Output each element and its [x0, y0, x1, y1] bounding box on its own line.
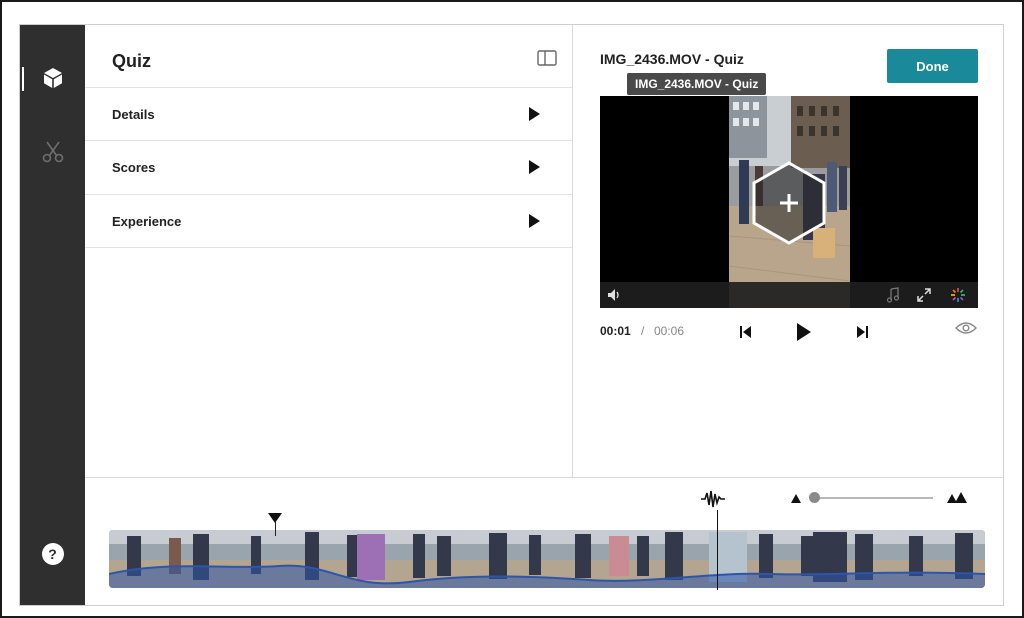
media-title: IMG_2436.MOV - Quiz — [600, 51, 744, 67]
eye-icon[interactable] — [955, 321, 977, 335]
accordion-scores[interactable]: Scores — [85, 140, 572, 194]
layout-toggle-icon[interactable] — [537, 49, 557, 67]
expand-arrow-icon — [529, 214, 540, 228]
fullscreen-icon[interactable] — [916, 287, 932, 303]
editor-app: ? Quiz Details Scores Experience IMG_243… — [19, 24, 1004, 606]
sidebar-item-edit[interactable] — [20, 127, 85, 177]
expand-arrow-icon — [529, 160, 540, 174]
previous-frame-icon[interactable] — [739, 325, 753, 339]
timeline-cursor-line — [717, 510, 718, 590]
sidebar-item-interactions[interactable] — [20, 53, 85, 103]
time-separator: / — [641, 324, 645, 338]
volume-icon[interactable] — [606, 287, 622, 303]
player-control-bar — [600, 282, 978, 308]
done-button[interactable]: Done — [887, 49, 978, 83]
zoom-out-icon[interactable] — [791, 494, 801, 503]
preview-panel: IMG_2436.MOV - Quiz Done IMG_2436.MOV - … — [573, 25, 1003, 477]
timeline — [85, 477, 1003, 605]
zoom-in-icon[interactable] — [947, 492, 967, 503]
total-time: 00:06 — [654, 324, 685, 338]
accordion-details[interactable]: Details — [85, 87, 572, 141]
color-wheel-icon[interactable] — [950, 287, 966, 303]
play-icon[interactable] — [796, 322, 812, 342]
current-time: 00:01 — [600, 324, 631, 338]
quiz-panel: Quiz Details Scores Experience — [85, 25, 573, 477]
accordion-label: Details — [112, 107, 155, 122]
filmstrip[interactable] — [109, 530, 985, 588]
screen-frame: ? Quiz Details Scores Experience IMG_243… — [0, 0, 1024, 618]
video-player[interactable] — [600, 96, 978, 308]
cube-icon — [43, 68, 62, 88]
panel-title: Quiz — [112, 51, 151, 71]
title-tooltip: IMG_2436.MOV - Quiz — [627, 73, 767, 95]
add-hotspot-icon[interactable] — [746, 160, 832, 246]
zoom-slider-handle[interactable] — [809, 492, 820, 503]
help-icon: ? — [41, 543, 64, 565]
accordion-experience[interactable]: Experience — [85, 194, 572, 248]
accordion-label: Experience — [112, 214, 182, 229]
scissors-icon — [42, 141, 63, 163]
playhead-line — [275, 522, 276, 536]
sidebar: ? — [20, 25, 85, 605]
help-button[interactable]: ? — [20, 529, 85, 579]
zoom-slider-track[interactable] — [813, 497, 933, 499]
accordion-label: Scores — [112, 160, 156, 175]
waveform-icon[interactable] — [701, 490, 725, 508]
next-frame-icon[interactable] — [855, 325, 869, 339]
expand-arrow-icon — [529, 107, 540, 121]
music-note-icon[interactable] — [886, 287, 900, 303]
